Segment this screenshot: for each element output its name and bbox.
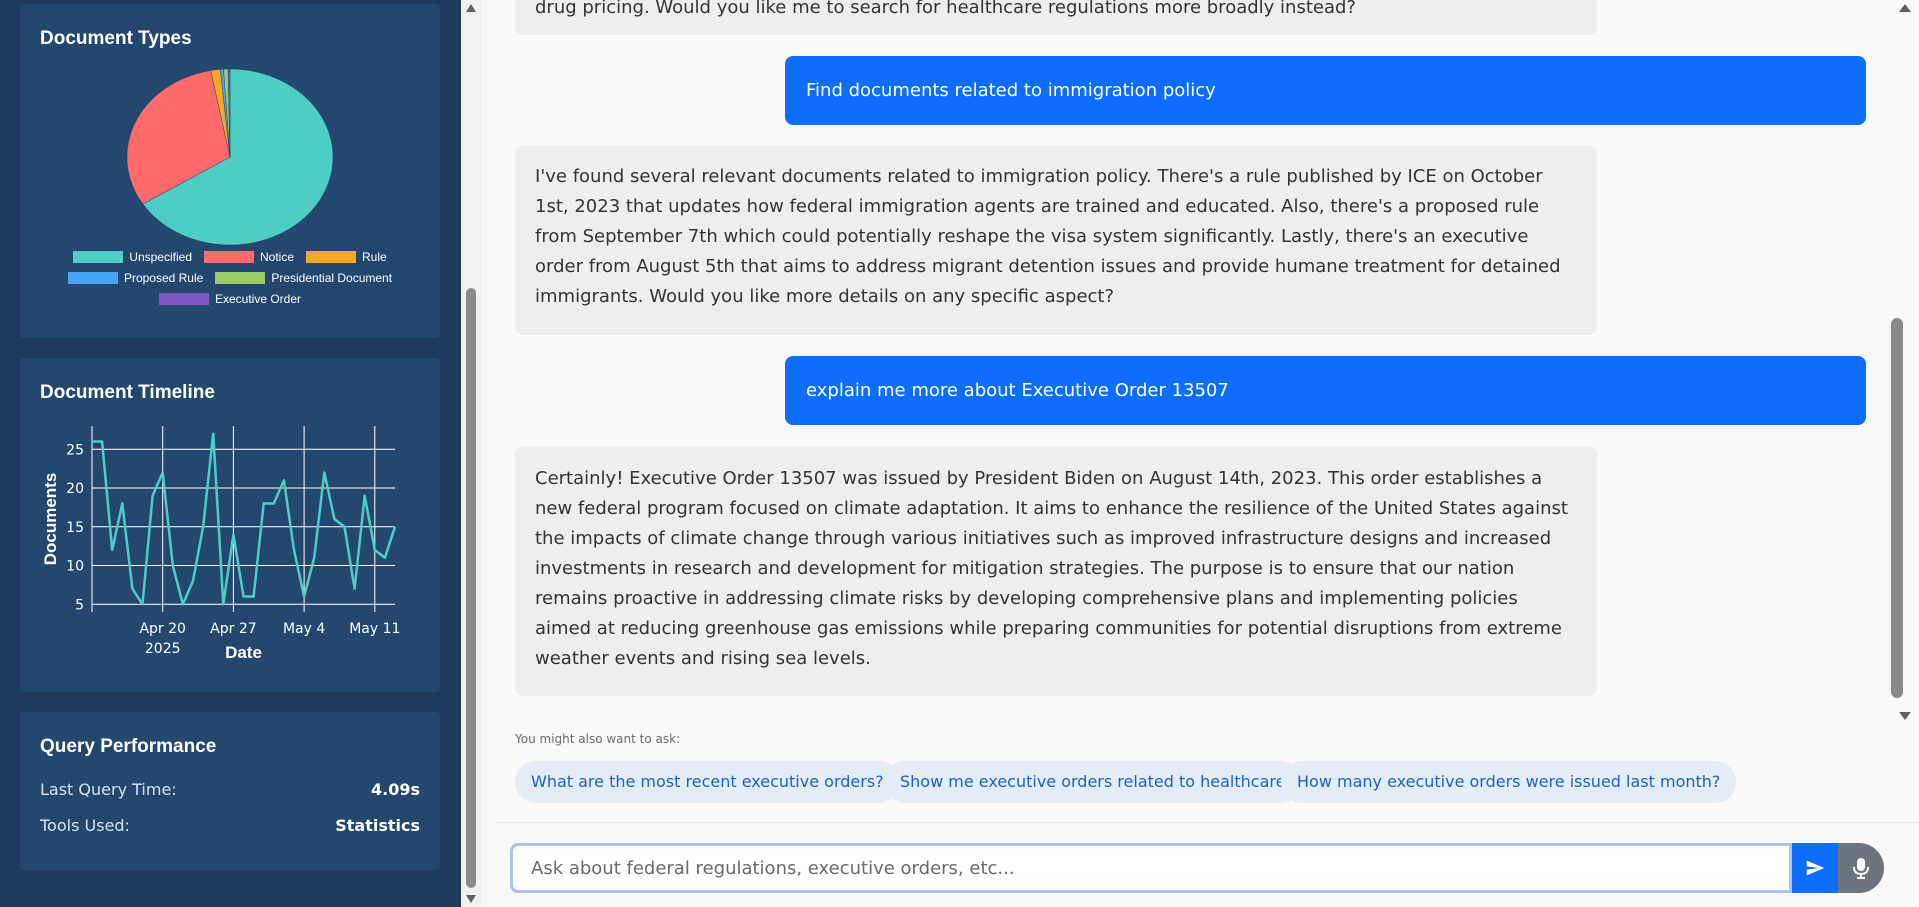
x-tick-label: Apr 20 [139, 621, 185, 637]
legend-label: Presidential Document [271, 270, 393, 285]
microphone-icon [1853, 858, 1869, 879]
document-timeline-line-chart: 510152025Apr 202025Apr 27 May 4 May 11Date… [41, 426, 400, 662]
x-tick-label: Apr 27 [210, 621, 256, 637]
assistant-message: I've found several relevant documents re… [515, 146, 1597, 335]
assistant-message: Certainly! Executive Order 13507 was iss… [515, 446, 1597, 696]
microphone-button[interactable] [1838, 843, 1884, 893]
document-timeline-card: Document Timeline 5 10 15 20 25 Apr 20 2025 Apr… [20, 358, 440, 692]
message-text: Find documents related to immigration po… [806, 80, 1216, 101]
document-timeline-title: Document Timeline [40, 382, 215, 403]
chat-input-bar [496, 822, 1919, 907]
legend-swatch [306, 250, 357, 263]
x-axis-label: Date [225, 643, 262, 662]
tools-used-row: Tools Used: Statistics [40, 816, 420, 835]
last-query-time-value: 4.09s [371, 780, 420, 799]
legend-item-executive-order: Executive Order [158, 291, 302, 306]
query-performance-title: Query Performance [40, 736, 217, 757]
chat-input[interactable] [510, 843, 1792, 893]
document-types-pie-chart [126, 68, 334, 246]
legend-item-notice: Notice [204, 250, 294, 264]
scroll-down-arrow-icon[interactable] [466, 895, 476, 903]
last-query-time-label: Last Query Time: [40, 780, 177, 799]
line-chart-plot: 510152025Apr 202025Apr 27 May 4 May 11Date… [41, 426, 400, 662]
suggestion-chip[interactable]: Show me executive orders related to heal… [884, 761, 1302, 803]
x-tick-year-label: 2025 [145, 641, 181, 657]
tools-used-value: Statistics [335, 816, 420, 835]
legend-label: Unspecified [129, 249, 192, 264]
legend-item-proposed-rule: Proposed Rule [67, 270, 204, 285]
legend-label: Executive Order [214, 291, 302, 306]
y-axis-label: Documents [41, 473, 60, 566]
message-text: drug pricing. Would you like me to searc… [535, 0, 1356, 18]
suggestion-chip[interactable]: What are the most recent executive order… [515, 761, 900, 803]
legend-item-presidential-document: Presidential Document [215, 271, 392, 285]
y-tick-label: 5 [75, 597, 84, 613]
query-performance-card: Query Performance Last Query Time: 4.09s… [20, 712, 440, 870]
legend-swatch [215, 271, 266, 284]
document-types-title: Document Types [40, 28, 192, 49]
legend-label: Notice [260, 249, 295, 264]
scroll-up-arrow-icon[interactable] [466, 4, 476, 12]
y-tick-label: 10 [66, 559, 84, 575]
chat-panel: drug pricing. Would you like me to searc… [481, 0, 1919, 907]
legend-swatch [67, 271, 118, 284]
legend-item-rule: Rule [306, 250, 387, 264]
user-message: Find documents related to immigration po… [785, 56, 1866, 125]
last-query-time-row: Last Query Time: 4.09s [40, 780, 420, 799]
legend-swatch [204, 250, 254, 263]
scroll-down-arrow-icon[interactable] [1899, 712, 1911, 720]
message-text: explain me more about Executive Order 13… [806, 380, 1229, 401]
chat-scrollbar-thumb[interactable] [1891, 318, 1903, 698]
legend-label: Proposed Rule [123, 270, 204, 285]
sidebar: Document Types Unspecified Notice Rule P… [0, 0, 461, 907]
suggestion-chip[interactable]: How many executive orders were issued la… [1281, 761, 1737, 803]
assistant-message-partial: drug pricing. Would you like me to searc… [515, 0, 1597, 35]
send-button[interactable] [1792, 843, 1838, 893]
send-icon [1806, 860, 1825, 876]
pie-legend: Unspecified Notice Rule Proposed Rule Pr… [20, 246, 440, 309]
x-tick-label: May 11 [349, 621, 400, 637]
document-types-card: Document Types Unspecified Notice Rule P… [20, 4, 440, 338]
y-tick-label: 20 [66, 481, 84, 497]
timeline-series-line [92, 432, 397, 606]
user-message: explain me more about Executive Order 13… [785, 356, 1866, 425]
x-tick-label: May 4 [283, 621, 325, 637]
legend-item-unspecified: Unspecified [73, 250, 192, 264]
sidebar-scrollbar[interactable] [461, 0, 481, 907]
legend-swatch [73, 250, 124, 263]
y-tick-label: 25 [66, 442, 84, 458]
y-tick-label: 15 [66, 520, 84, 536]
sidebar-scrollbar-thumb[interactable] [466, 288, 476, 888]
message-text: Certainly! Executive Order 13507 was iss… [535, 468, 1568, 669]
legend-label: Rule [362, 249, 387, 264]
legend-swatch [158, 292, 209, 305]
suggestions-label: You might also want to ask: [515, 732, 681, 746]
tools-used-label: Tools Used: [40, 816, 130, 835]
message-text: I've found several relevant documents re… [535, 166, 1561, 307]
scroll-up-arrow-icon[interactable] [1899, 4, 1911, 12]
